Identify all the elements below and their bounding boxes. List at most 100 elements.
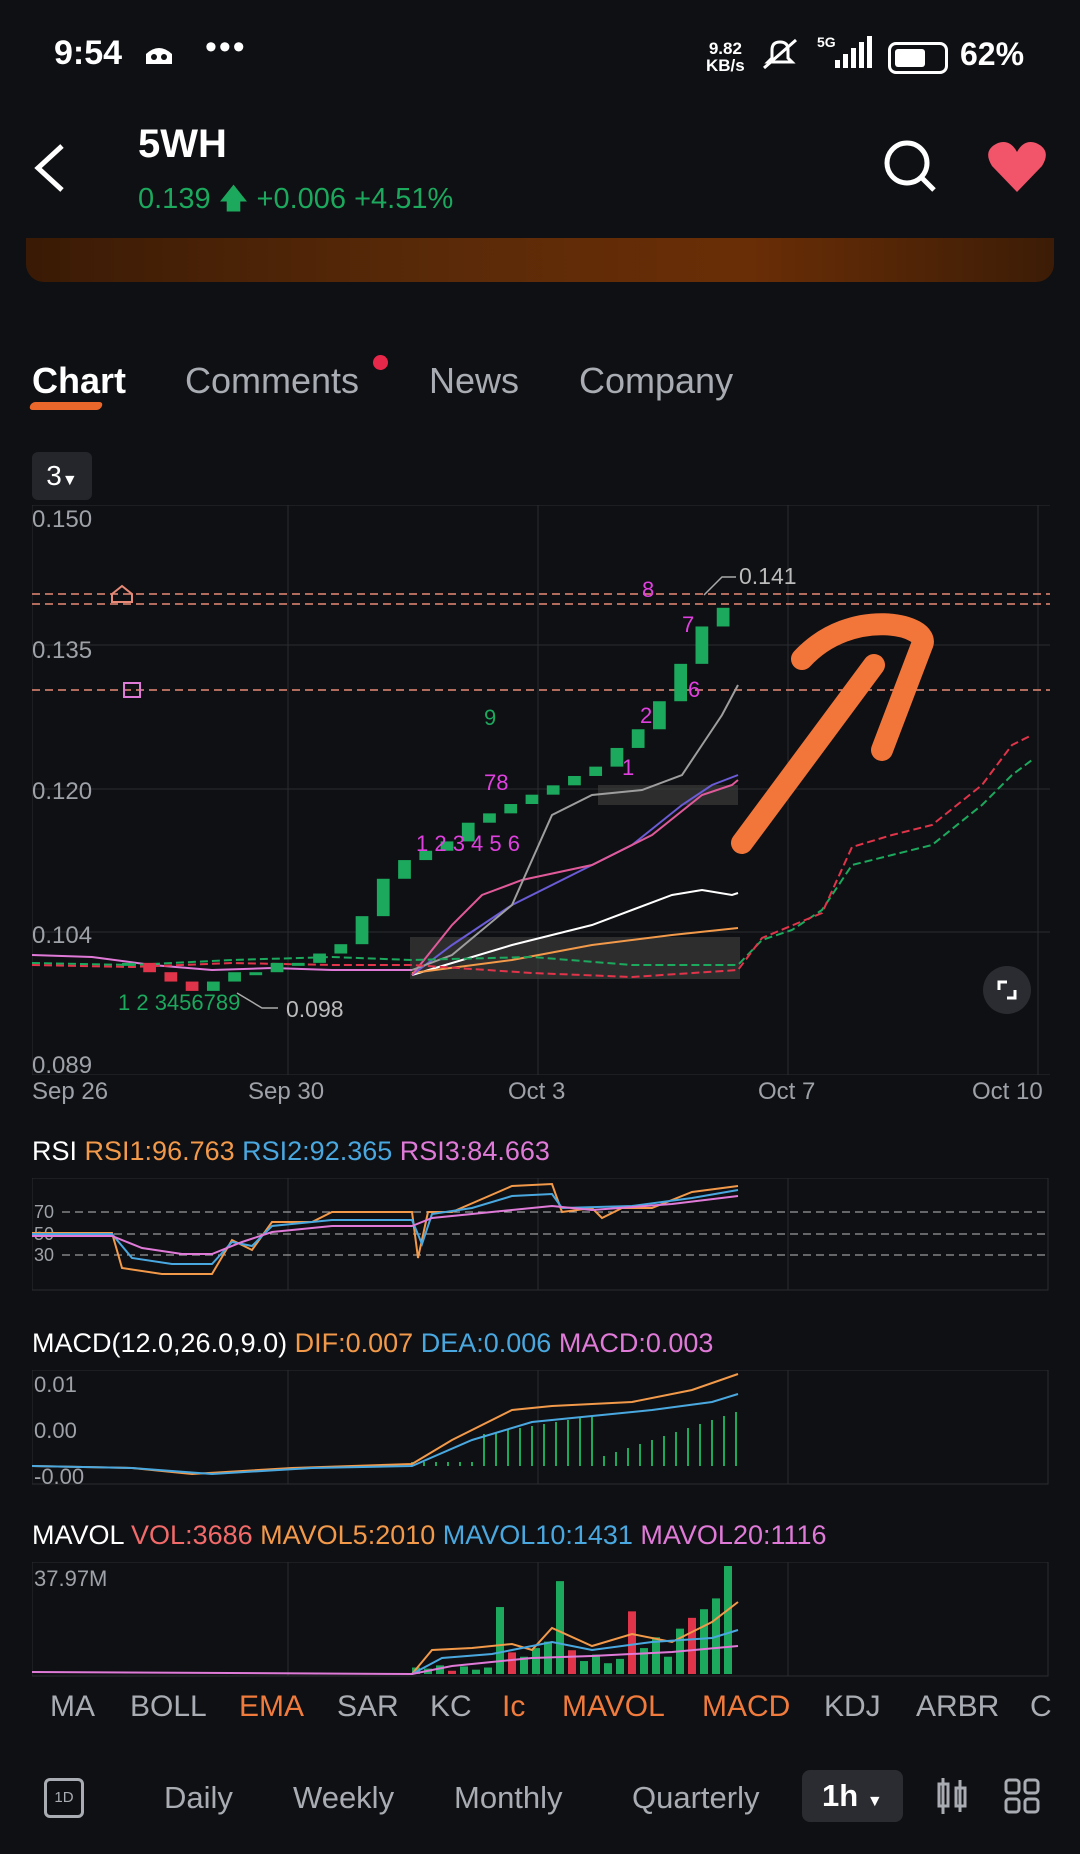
period-bar: 1D Daily Weekly Monthly Quarterly 1h ▼ (0, 1760, 1080, 1840)
svg-text:8: 8 (642, 577, 654, 602)
candle (653, 701, 666, 730)
battery-percent: 62% (960, 36, 1025, 72)
status-bar: 9:54 ••• 9.82 KB/s 5G 62% (0, 0, 1080, 110)
fullscreen-button[interactable] (983, 966, 1031, 1014)
candle (355, 916, 369, 945)
candle-style-icon[interactable] (934, 1776, 970, 1821)
volume-bar (556, 1581, 564, 1674)
indicator-kdj[interactable]: KDJ (824, 1690, 881, 1724)
svg-text:1 2 3456789: 1 2 3456789 (118, 990, 240, 1015)
svg-text:7: 7 (682, 612, 694, 637)
macd-chart: 0.01 0.00 -0.00 (32, 1370, 1049, 1486)
app-notification-icon (142, 42, 176, 73)
volume-bar (628, 1611, 636, 1674)
volume-bar (532, 1648, 540, 1674)
price-change-pct: +4.51% (354, 183, 454, 215)
candle (291, 962, 305, 966)
indicator-mavol[interactable]: MAVOL (562, 1690, 665, 1724)
tab-active-indicator (28, 402, 104, 410)
chart-count-dropdown[interactable]: 3▼ (32, 452, 92, 500)
ticker-symbol: 5WH (138, 122, 227, 166)
indicator-kc[interactable]: KC (430, 1690, 472, 1724)
period-quarterly[interactable]: Quarterly (632, 1780, 759, 1816)
x-tick-3: Oct 7 (758, 1078, 816, 1105)
price-change: +0.006 (256, 183, 347, 215)
volume-bar (664, 1656, 672, 1674)
indicator-ma[interactable]: MA (50, 1690, 95, 1724)
candle (631, 729, 645, 748)
favorite-heart-icon[interactable] (986, 140, 1048, 199)
x-tick-2: Oct 3 (508, 1078, 566, 1105)
period-monthly[interactable]: Monthly (454, 1780, 563, 1816)
y-tick-1: 0.135 (32, 637, 93, 664)
candle (568, 775, 581, 786)
caret-down-icon: ▼ (866, 1793, 883, 1810)
layout-grid-icon[interactable] (1004, 1778, 1040, 1819)
indicator-c[interactable]: C (1030, 1690, 1052, 1724)
y-tick-4: 0.089 (32, 1052, 93, 1079)
mute-icon (760, 36, 800, 77)
svg-text:0.00: 0.00 (34, 1418, 77, 1443)
high-label: 0.141 (739, 563, 797, 589)
signal-icon: 5G (815, 34, 875, 75)
x-tick-0: Sep 26 (32, 1078, 109, 1105)
svg-text:78: 78 (484, 770, 508, 795)
battery-icon (888, 42, 948, 74)
indicator-ema[interactable]: EMA (239, 1690, 304, 1724)
candle (143, 962, 156, 973)
candle (546, 785, 560, 795)
volume-bar (688, 1617, 696, 1674)
volume-chart: 37.97M (32, 1562, 1049, 1677)
candle (525, 794, 539, 805)
volume-bar (616, 1658, 624, 1674)
drawn-arrow-annotation (731, 613, 934, 854)
promo-banner[interactable] (26, 238, 1054, 282)
svg-text:30: 30 (34, 1245, 54, 1265)
mavol-title: MAVOL VOL:3686 MAVOL5:2010 MAVOL10:1431 … (32, 1520, 827, 1550)
candle (376, 878, 390, 917)
indicator-boll[interactable]: BOLL (130, 1690, 207, 1724)
x-tick-4: Oct 10 (972, 1078, 1043, 1105)
period-weekly[interactable]: Weekly (293, 1780, 394, 1816)
period-daily[interactable]: Daily (164, 1780, 233, 1816)
back-button[interactable] (30, 140, 70, 201)
candle (228, 972, 241, 982)
indicator-macd[interactable]: MACD (702, 1690, 790, 1724)
unread-dot (373, 355, 388, 370)
tab-chart[interactable]: Chart (32, 360, 126, 402)
tab-company[interactable]: Company (579, 360, 733, 402)
volume-bar (484, 1667, 492, 1674)
network-speed: 9.82 KB/s (706, 39, 745, 75)
price-quote: 0.139 🡅 +0.006 +4.51% (138, 178, 453, 227)
indicator-sar[interactable]: SAR (337, 1690, 399, 1724)
candle (249, 972, 263, 976)
tab-comments[interactable]: Comments (185, 360, 359, 402)
volume-bar (448, 1670, 456, 1674)
indicator-arbr[interactable]: ARBR (916, 1690, 999, 1724)
status-time: 9:54 (54, 34, 123, 72)
volume-bar (568, 1650, 576, 1674)
low-label: 0.098 (286, 996, 344, 1022)
candle (589, 766, 603, 776)
price-chart[interactable]: 8 7 6 2 1 9 78 1 2 3 4 5 6 1 2 3456789 0… (32, 505, 1050, 1075)
indicator-toolbar: MA BOLL EMA SAR KC Ic MAVOL MACD KDJ ARB… (0, 1690, 1080, 1740)
indicator-ic[interactable]: Ic (502, 1690, 525, 1724)
svg-text:37.97M: 37.97M (34, 1566, 107, 1591)
candle (164, 972, 178, 982)
candle (398, 860, 411, 879)
macd-title: MACD(12.0,26.0,9.0) DIF:0.007 DEA:0.006 … (32, 1328, 714, 1358)
candle (504, 804, 518, 814)
search-icon[interactable] (882, 138, 938, 199)
period-1h-dropdown[interactable]: 1h ▼ (802, 1770, 903, 1822)
tab-news[interactable]: News (429, 360, 519, 402)
volume-bar (460, 1666, 468, 1674)
candle (483, 813, 496, 823)
volume-bar (604, 1663, 612, 1674)
volume-bar (580, 1661, 588, 1674)
svg-text:1: 1 (622, 755, 634, 780)
svg-text:70: 70 (34, 1202, 54, 1222)
calendar-1d-icon[interactable]: 1D (44, 1778, 84, 1818)
last-price: 0.139 (138, 183, 211, 215)
candle (716, 607, 730, 627)
rsi-title: RSI RSI1:96.763 RSI2:92.365 RSI3:84.663 (32, 1136, 550, 1166)
